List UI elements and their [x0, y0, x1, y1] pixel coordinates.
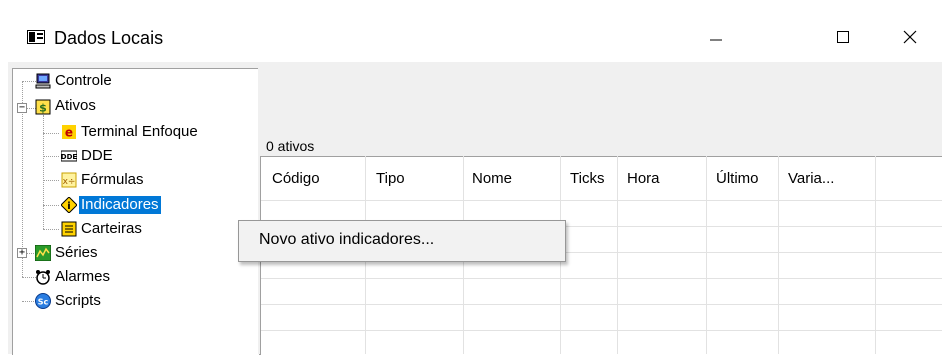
- tree-item-scripts[interactable]: Scripts: [55, 292, 101, 310]
- enfoque-e-icon: e: [62, 125, 76, 140]
- tree-item-dde[interactable]: DDE: [81, 147, 113, 165]
- svg-text:e: e: [65, 126, 73, 140]
- close-icon: [903, 30, 917, 44]
- dollar-icon: $: [35, 99, 51, 115]
- grid-row-divider: [261, 278, 942, 279]
- grid-row-divider: [261, 330, 942, 331]
- svg-text:DDE: DDE: [61, 153, 77, 161]
- grid-column-divider[interactable]: [617, 156, 618, 354]
- minimize-button[interactable]: [686, 14, 746, 60]
- window-title: Dados Locais: [54, 28, 164, 48]
- column-header-hora[interactable]: Hora: [627, 170, 660, 187]
- menu-item-novo-ativo-indicadores[interactable]: Novo ativo indicadores...: [259, 231, 434, 249]
- tree-view[interactable]: − + Controle $ Ativos e Terminal Enfoque…: [12, 68, 260, 355]
- context-menu: Novo ativo indicadores...: [238, 220, 566, 262]
- formula-icon: x÷: [61, 172, 77, 188]
- tree-item-carteiras[interactable]: Carteiras: [81, 220, 142, 238]
- tree-item-indicadores[interactable]: Indicadores: [79, 196, 161, 214]
- grid-row-divider: [261, 304, 942, 305]
- app-window-icon: [27, 30, 45, 44]
- grid-column-divider[interactable]: [875, 156, 876, 354]
- expand-toggle[interactable]: +: [17, 248, 27, 258]
- svg-text:i: i: [67, 201, 70, 212]
- tree-connector: [22, 301, 36, 302]
- tree-connector: [43, 180, 59, 181]
- maximize-button[interactable]: [813, 14, 873, 60]
- svg-text:$: $: [39, 102, 47, 115]
- dde-icon: DDE: [61, 150, 77, 162]
- column-header-nome[interactable]: Nome: [472, 170, 512, 187]
- tree-item-controle[interactable]: Controle: [55, 72, 112, 90]
- tree-item-series[interactable]: Séries: [55, 244, 98, 262]
- close-button[interactable]: [880, 14, 940, 60]
- asset-count: 0 ativos: [266, 138, 315, 154]
- grid-column-divider[interactable]: [778, 156, 779, 354]
- title-bar: Dados Locais: [0, 0, 942, 62]
- tree-connector: [43, 205, 59, 206]
- monitor-icon: [35, 73, 51, 89]
- collapse-toggle[interactable]: −: [17, 103, 27, 113]
- grid-column-divider[interactable]: [706, 156, 707, 354]
- tree-item-ativos[interactable]: Ativos: [55, 97, 96, 115]
- tree-connector: [22, 277, 36, 278]
- tree-connector: [43, 156, 59, 157]
- tree-item-terminal-enfoque[interactable]: Terminal Enfoque: [81, 123, 198, 141]
- svg-text:x÷: x÷: [63, 177, 76, 187]
- portfolio-icon: [61, 221, 77, 237]
- maximize-icon: [837, 31, 849, 43]
- column-header-tipo[interactable]: Tipo: [376, 170, 405, 187]
- indicator-icon: i: [61, 197, 77, 213]
- svg-text:Sc: Sc: [38, 298, 49, 307]
- tree-connector: [22, 81, 36, 82]
- minimize-icon: [710, 39, 722, 41]
- column-header-ticks[interactable]: Ticks: [570, 170, 604, 187]
- script-icon: Sc: [35, 293, 51, 309]
- tree-item-alarmes[interactable]: Alarmes: [55, 268, 110, 286]
- grid-row-divider: [261, 200, 942, 201]
- tree-connector: [43, 229, 59, 230]
- column-header-ultimo[interactable]: Último: [716, 170, 759, 187]
- series-chart-icon: [35, 245, 51, 261]
- tree-item-formulas[interactable]: Fórmulas: [81, 171, 144, 189]
- column-header-codigo[interactable]: Código: [272, 170, 320, 187]
- tree-connector: [43, 133, 59, 134]
- status-bar: [260, 136, 942, 156]
- column-header-variacao[interactable]: Varia...: [788, 170, 834, 187]
- alarm-clock-icon: [36, 270, 50, 285]
